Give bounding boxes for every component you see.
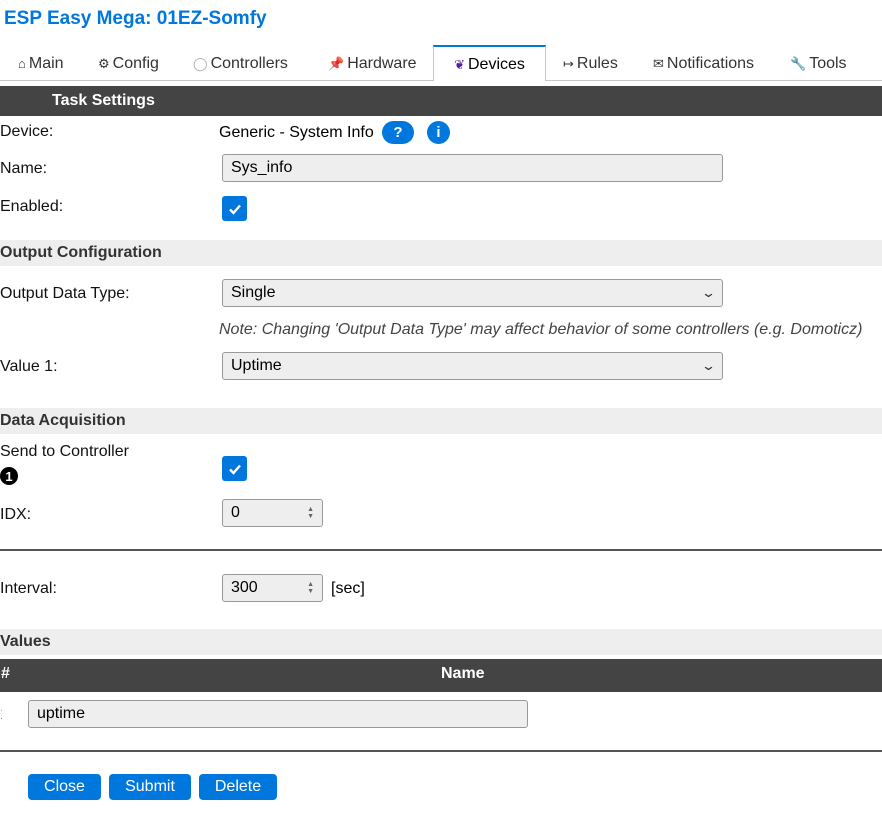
idx-label: IDX: bbox=[0, 506, 32, 523]
gear-icon: ⚙ bbox=[98, 56, 110, 71]
tab-controllers[interactable]: ◯ Controllers bbox=[193, 48, 288, 80]
tab-rules[interactable]: ↦ Rules bbox=[563, 48, 618, 80]
divider bbox=[0, 750, 882, 752]
help-icon[interactable]: ? bbox=[382, 121, 414, 144]
value1-select[interactable]: Uptime ⌄ bbox=[222, 352, 723, 380]
idx-input[interactable]: 0 ▲ ▼ bbox=[222, 499, 323, 527]
tab-config[interactable]: ⚙ Config bbox=[98, 48, 159, 80]
checkmark-icon bbox=[228, 204, 241, 215]
interval-unit: [sec] bbox=[331, 580, 365, 597]
device-label: Device: bbox=[0, 123, 54, 140]
value1-label: Value 1: bbox=[0, 358, 58, 375]
speech-bubble-icon: ◯ bbox=[193, 56, 208, 71]
divider bbox=[0, 549, 882, 551]
info-icon[interactable]: i bbox=[427, 121, 450, 144]
values-table-header: # Name bbox=[0, 659, 882, 692]
checkmark-icon bbox=[228, 464, 241, 475]
spinner-icon[interactable]: ▲ ▼ bbox=[307, 581, 314, 595]
output-data-type-label: Output Data Type: bbox=[0, 285, 130, 302]
plug-icon: ❦ bbox=[454, 57, 465, 72]
pushpin-icon: 📌 bbox=[328, 56, 345, 71]
close-button[interactable]: Close bbox=[28, 774, 101, 800]
data-acquisition-header: Data Acquisition bbox=[0, 408, 882, 434]
chevron-down-icon: ⌄ bbox=[700, 285, 717, 300]
values-header: Values bbox=[0, 629, 882, 655]
send-to-controller-label: Send to Controller bbox=[0, 443, 129, 460]
tab-tools[interactable]: 🔧 Tools bbox=[790, 48, 847, 80]
interval-label: Interval: bbox=[0, 580, 57, 597]
column-header-number: # bbox=[1, 665, 10, 682]
chevron-down-icon: ⌄ bbox=[700, 358, 717, 373]
spinner-icon[interactable]: ▲ ▼ bbox=[307, 506, 314, 520]
delete-button[interactable]: Delete bbox=[199, 774, 277, 800]
controller-number-badge: 1 bbox=[0, 467, 18, 485]
tab-main[interactable]: ⌂ Main bbox=[18, 48, 64, 80]
name-label: Name: bbox=[0, 160, 48, 177]
device-value: Generic - System Info bbox=[219, 124, 374, 141]
tab-notifications[interactable]: ✉ Notifications bbox=[653, 48, 754, 80]
tab-bar: ⌂ Main ⚙ Config ◯ Controllers 📌 Hardware ❦ De… bbox=[0, 44, 882, 81]
output-type-note: Note: Changing 'Output Data Type' may af… bbox=[219, 321, 863, 338]
arrow-right-icon: ↦ bbox=[563, 56, 574, 71]
output-configuration-header: Output Configuration bbox=[0, 240, 882, 266]
value-name-input[interactable]: uptime bbox=[28, 700, 528, 728]
wrench-icon: 🔧 bbox=[790, 56, 807, 71]
tab-devices[interactable]: ❦ Devices bbox=[433, 45, 546, 81]
enabled-label: Enabled: bbox=[0, 198, 64, 215]
send-to-controller-checkbox[interactable] bbox=[222, 456, 247, 481]
task-settings-header: Task Settings bbox=[0, 86, 882, 116]
output-data-type-select[interactable]: Single ⌄ bbox=[222, 279, 723, 307]
envelope-icon: ✉ bbox=[653, 56, 664, 71]
interval-input[interactable]: 300 ▲ ▼ bbox=[222, 574, 323, 602]
column-header-name: Name bbox=[441, 665, 485, 682]
home-icon: ⌂ bbox=[18, 56, 26, 71]
row-number: 1 bbox=[0, 706, 2, 724]
enabled-checkbox[interactable] bbox=[222, 196, 247, 221]
page-title: ESP Easy Mega: 01EZ-Somfy bbox=[4, 8, 267, 29]
name-input[interactable]: Sys_info bbox=[222, 154, 723, 182]
tab-hardware[interactable]: 📌 Hardware bbox=[328, 48, 417, 80]
submit-button[interactable]: Submit bbox=[109, 774, 191, 800]
